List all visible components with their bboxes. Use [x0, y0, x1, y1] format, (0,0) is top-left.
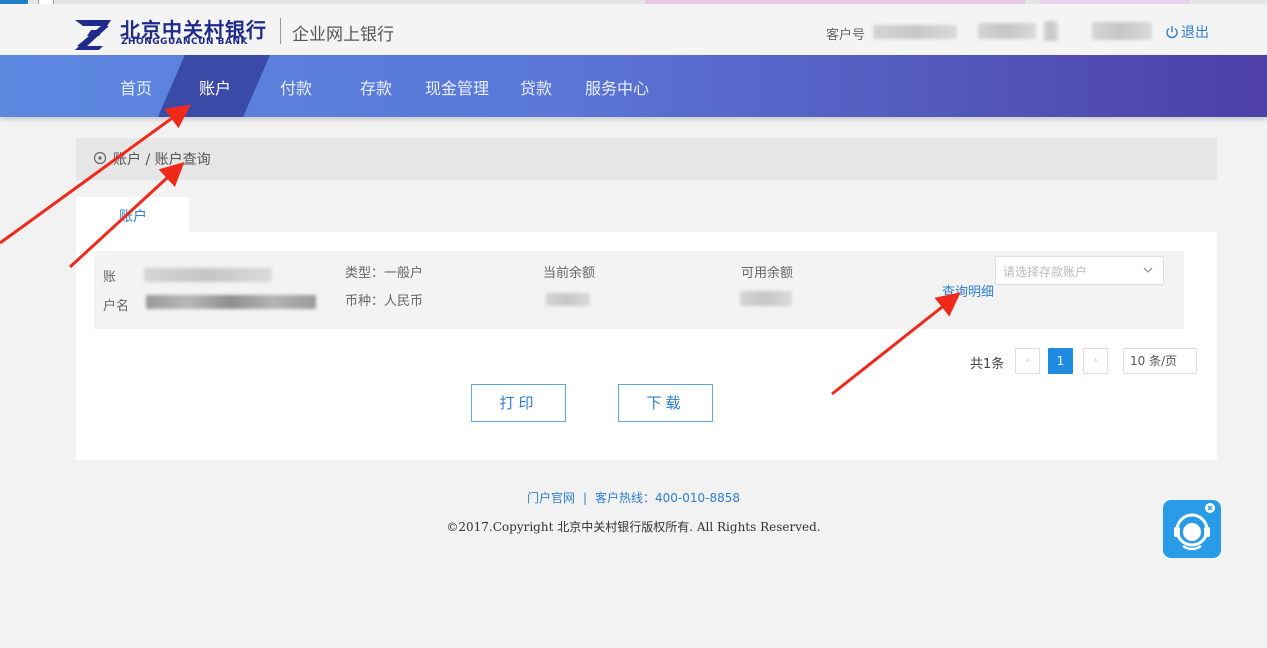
- select-placeholder: 请选择存款账户: [1003, 265, 1088, 279]
- account-panel: 账 户名 类型：一般户 币种：人民币 当前余额 可用余额 查询明细 请选择存款账…: [76, 232, 1217, 460]
- main-nav: 首页 账户 付款 存款 现金管理 贷款 服务中心: [0, 55, 1267, 117]
- account-number-label: 账: [103, 270, 117, 285]
- available-balance-redacted: [740, 291, 792, 306]
- logo-divider: [280, 18, 281, 44]
- logout-button[interactable]: 退出: [1165, 22, 1209, 42]
- footer-links: 门户官网 | 客户热线：400-010-8858: [0, 489, 1267, 506]
- page-size-label: 10 条/页: [1130, 354, 1178, 368]
- download-button[interactable]: 下载: [618, 384, 713, 422]
- pagination-total: 共1条: [970, 357, 1005, 372]
- nav-item-service-center[interactable]: 服务中心: [585, 75, 649, 99]
- account-name-label: 户名: [103, 299, 130, 314]
- available-balance-label: 可用余额: [741, 266, 794, 281]
- current-balance-redacted: [546, 293, 590, 306]
- portal-link[interactable]: 门户官网: [527, 491, 575, 505]
- system-subtitle: 企业网上银行: [292, 25, 394, 45]
- query-detail-link[interactable]: 查询明细: [942, 281, 994, 300]
- bank-logo-icon: [75, 20, 111, 50]
- pagination-prev-button[interactable]: ‹: [1015, 348, 1040, 374]
- customer-label: 客户号: [826, 28, 866, 43]
- power-icon: [1166, 26, 1178, 39]
- customer-name-redacted: [978, 23, 1036, 39]
- customer-service-button[interactable]: [1163, 500, 1221, 558]
- copyright: ©2017.Copyright 北京中关村银行版权所有. All Rights …: [446, 520, 821, 534]
- user-info-redacted-2: [1092, 22, 1152, 40]
- account-number-redacted: [144, 268, 272, 282]
- deposit-account-select[interactable]: 请选择存款账户: [995, 256, 1164, 285]
- location-pin-icon: [93, 151, 107, 165]
- breadcrumb-text: 账户 / 账户查询: [113, 152, 211, 168]
- nav-item-cash-management[interactable]: 现金管理: [425, 75, 489, 99]
- customer-service-icon: [1174, 503, 1215, 551]
- account-currency: 币种：人民币: [345, 294, 424, 309]
- customer-number-redacted: [873, 25, 957, 39]
- pagination-current-page[interactable]: 1: [1048, 348, 1073, 374]
- chevron-down-icon: [1143, 267, 1153, 273]
- nav-item-payment[interactable]: 付款: [280, 75, 312, 99]
- page-header: 北京中关村银行 ZHONGGUANCUN BANK 企业网上银行 客户号 退出: [0, 4, 1267, 55]
- tab-account-label: 账户: [119, 209, 147, 225]
- breadcrumb: 账户 / 账户查询: [76, 138, 1217, 180]
- hotline-text: 客户热线：400-010-8858: [595, 491, 741, 505]
- pagination-next-button[interactable]: ›: [1083, 348, 1108, 374]
- bank-name-en: ZHONGGUANCUN BANK: [121, 37, 248, 47]
- footer-separator: |: [582, 491, 588, 505]
- page-size-select[interactable]: 10 条/页: [1123, 348, 1197, 374]
- nav-item-account[interactable]: 账户: [199, 75, 231, 99]
- account-name-redacted: [146, 295, 316, 309]
- nav-item-home[interactable]: 首页: [120, 75, 152, 99]
- print-button[interactable]: 打印: [471, 384, 566, 422]
- current-balance-label: 当前余额: [543, 266, 596, 281]
- nav-item-loan[interactable]: 贷款: [520, 75, 552, 99]
- logout-label: 退出: [1181, 25, 1209, 41]
- account-type: 类型：一般户: [345, 266, 424, 281]
- tab-account[interactable]: 账户: [76, 197, 189, 233]
- nav-item-deposit[interactable]: 存款: [360, 75, 392, 99]
- user-info-redacted: [1044, 21, 1058, 41]
